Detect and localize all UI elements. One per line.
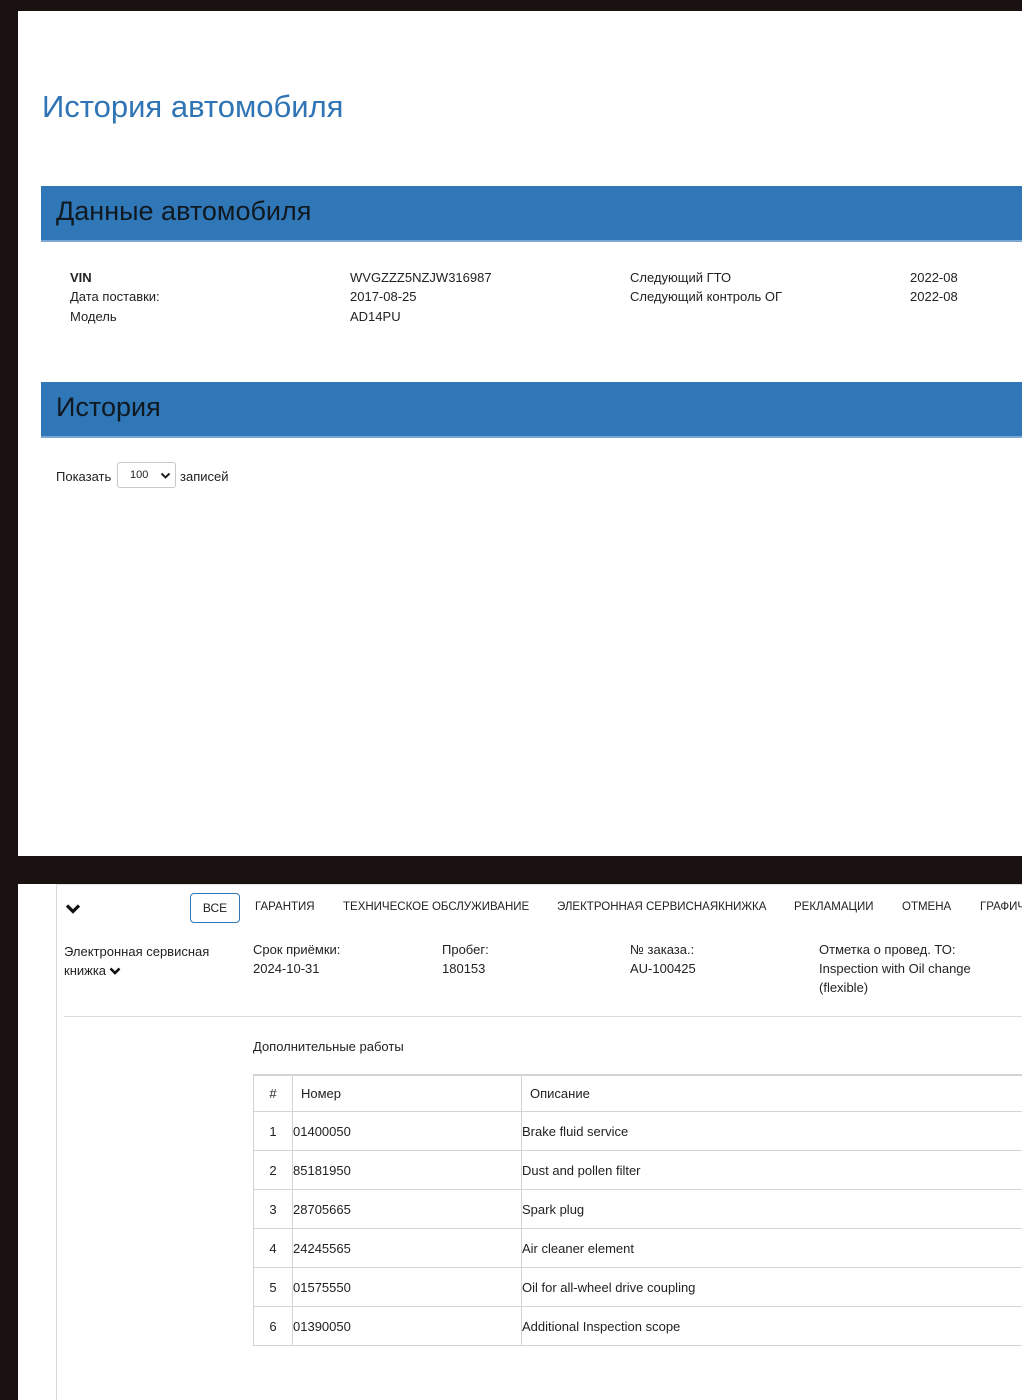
next-og-value: 2022-08 (910, 289, 958, 304)
tab-claims[interactable]: РЕКЛАМАЦИИ (794, 901, 874, 913)
next-gto-label: Следующий ГТО (630, 270, 732, 285)
additional-works-table: # Номер Описание 1 01400050 Brake fluid … (253, 1074, 1022, 1346)
service-mark-value-line1: Inspection with Oil change (819, 961, 971, 976)
tab-cancel[interactable]: ОТМЕНА (902, 901, 951, 913)
column-header-num: # (253, 1074, 293, 1112)
record-type-toggle[interactable]: Электронная сервисная книжка (64, 942, 209, 980)
additional-works-title: Дополнительные работы (253, 1039, 404, 1054)
part-number: 24245565 (292, 1228, 522, 1268)
history-header: История (41, 382, 1022, 438)
tab-warranty[interactable]: ГАРАНТИЯ (255, 901, 315, 913)
row-number: 4 (253, 1228, 293, 1268)
next-gto-value: 2022-08 (910, 270, 958, 285)
order-number-label: № заказа.: (630, 942, 695, 957)
table-row: 2 85181950 Dust and pollen filter (253, 1150, 1022, 1190)
part-number: 28705665 (292, 1189, 522, 1229)
mileage-value: 180153 (442, 961, 486, 976)
chevron-down-icon[interactable] (65, 903, 81, 915)
vin-label: VIN (70, 270, 92, 285)
delivery-date-value: 2017-08-25 (350, 289, 417, 304)
row-number: 6 (253, 1306, 293, 1346)
tab-e-service-book[interactable]: ЭЛЕКТРОННАЯ СЕРВИСНАЯКНИЖКА (557, 901, 766, 913)
work-description: Dust and pollen filter (521, 1150, 1022, 1190)
row-number: 5 (253, 1267, 293, 1307)
part-number: 01400050 (292, 1111, 522, 1151)
table-row: 4 24245565 Air cleaner element (253, 1228, 1022, 1268)
tab-all[interactable]: ВСЕ (190, 893, 240, 923)
delivery-date-label: Дата поставки: (70, 289, 160, 304)
intake-date-value: 2024-10-31 (253, 961, 320, 976)
model-value: AD14PU (350, 309, 401, 324)
chevron-down-icon (160, 472, 171, 479)
history-records-panel: ВСЕ ГАРАНТИЯ ТЕХНИЧЕСКОЕ ОБСЛУЖИВАНИЕ ЭЛ… (18, 884, 1022, 1400)
tab-graph[interactable]: ГРАФИЧ (980, 901, 1022, 913)
row-number: 2 (253, 1150, 293, 1190)
service-mark-value-line2: (flexible) (819, 980, 869, 995)
left-divider (56, 884, 57, 1400)
model-label: Модель (70, 309, 117, 324)
toolbar-divider (56, 884, 1022, 885)
row-number: 3 (253, 1189, 293, 1229)
vehicle-history-panel: История автомобиля Данные автомобиля VIN… (18, 11, 1022, 856)
mileage-label: Пробег: (442, 942, 489, 957)
part-number: 85181950 (292, 1150, 522, 1190)
table-header-row: # Номер Описание (253, 1074, 1022, 1112)
service-mark-label: Отметка о провед. ТО: (819, 942, 956, 957)
tab-maintenance[interactable]: ТЕХНИЧЕСКОЕ ОБСЛУЖИВАНИЕ (343, 901, 529, 913)
entries-select-value: 100 (130, 469, 149, 481)
history-title: История (56, 392, 161, 422)
vin-value: WVGZZZ5NZJW316987 (350, 270, 492, 285)
entries-label: записей (180, 469, 229, 484)
part-number: 01575550 (292, 1267, 522, 1307)
record-divider (64, 1016, 1022, 1017)
record-type-line2: книжка (64, 963, 107, 978)
vehicle-data-header: Данные автомобиля (41, 186, 1022, 242)
work-description: Air cleaner element (521, 1228, 1022, 1268)
table-row: 1 01400050 Brake fluid service (253, 1111, 1022, 1151)
page-title: История автомобиля (42, 89, 344, 124)
work-description: Brake fluid service (521, 1111, 1022, 1151)
work-description: Additional Inspection scope (521, 1306, 1022, 1346)
column-header-code: Номер (292, 1074, 522, 1112)
table-row: 6 01390050 Additional Inspection scope (253, 1306, 1022, 1346)
row-number: 1 (253, 1111, 293, 1151)
order-number-value: AU-100425 (630, 961, 696, 976)
part-number: 01390050 (292, 1306, 522, 1346)
next-og-label: Следующий контроль ОГ (630, 289, 783, 304)
record-type-line1: Электронная сервисная (64, 944, 210, 959)
table-row: 5 01575550 Oil for all-wheel drive coupl… (253, 1267, 1022, 1307)
intake-date-label: Срок приёмки: (253, 942, 341, 957)
vehicle-data-title: Данные автомобиля (56, 196, 312, 226)
chevron-down-icon (109, 967, 121, 975)
show-label: Показать (56, 469, 112, 484)
work-description: Oil for all-wheel drive coupling (521, 1267, 1022, 1307)
table-row: 3 28705665 Spark plug (253, 1189, 1022, 1229)
entries-select[interactable]: 100 (117, 462, 176, 488)
work-description: Spark plug (521, 1189, 1022, 1229)
column-header-description: Описание (521, 1074, 1022, 1112)
